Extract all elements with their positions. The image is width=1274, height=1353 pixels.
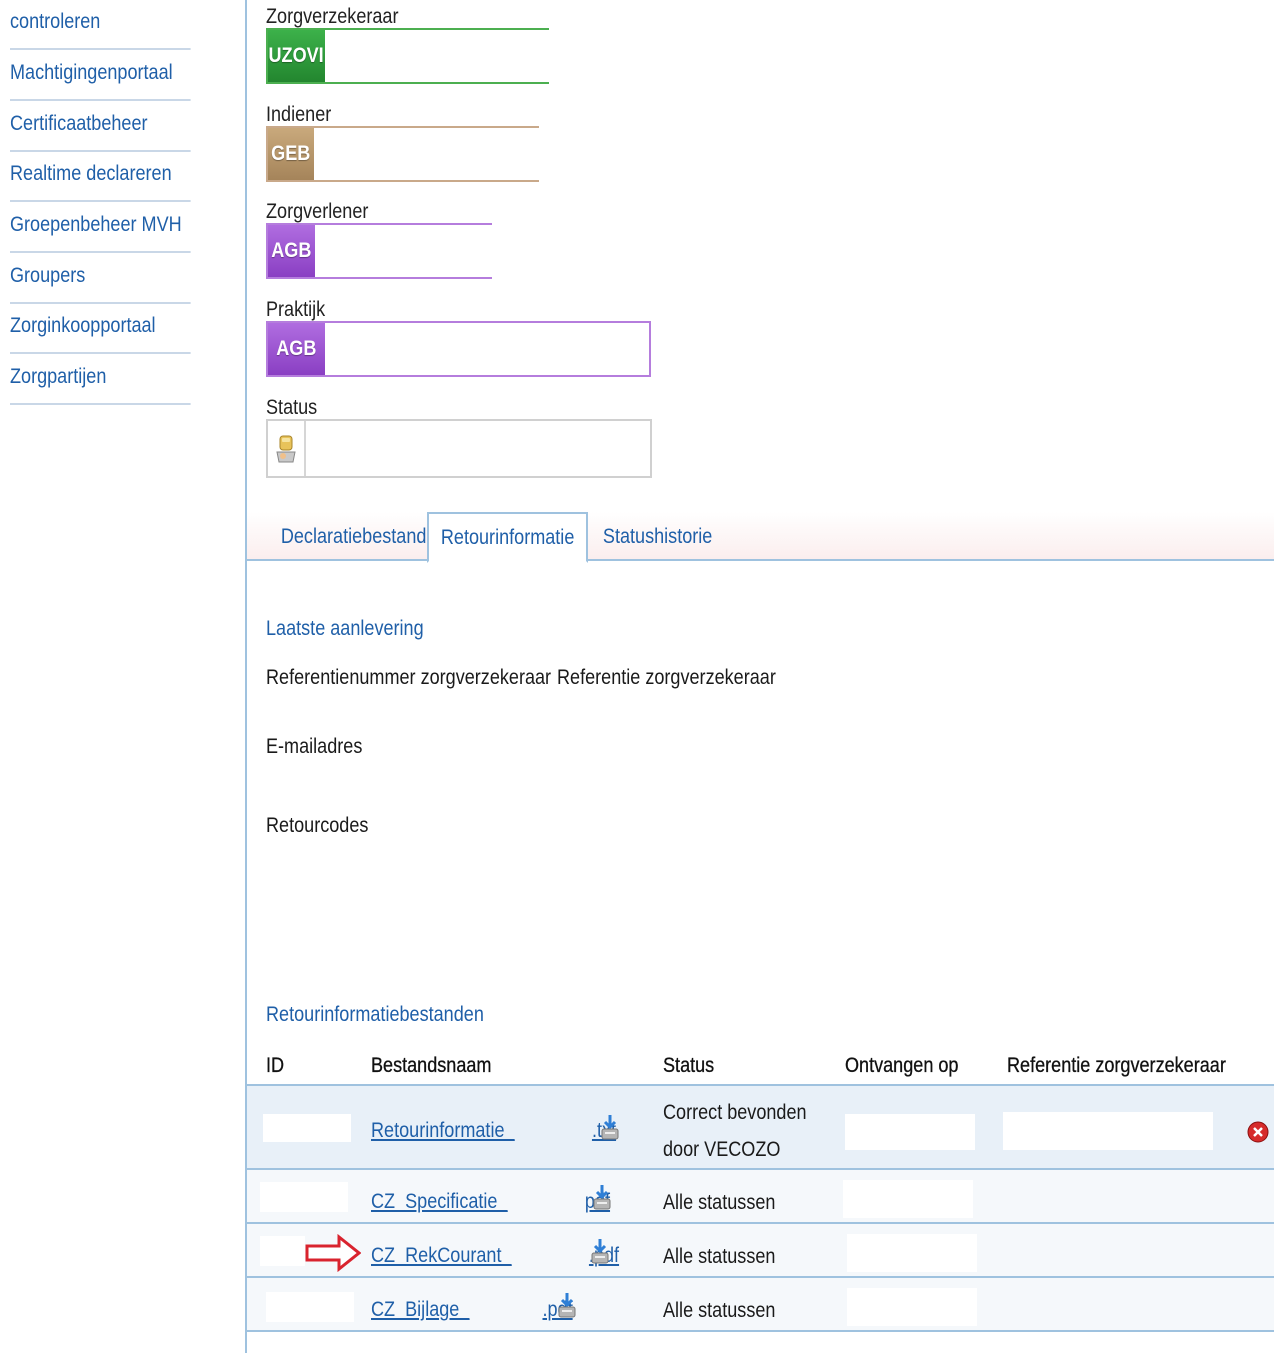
id-cell xyxy=(263,1114,351,1142)
download-icon[interactable] xyxy=(592,1184,612,1212)
status-text: Alle statussen xyxy=(663,1191,776,1214)
sidebar-item-realtime-declareren[interactable]: Realtime declareren xyxy=(10,162,191,202)
sidebar: controleren Machtigingenportaal Certific… xyxy=(0,0,240,1353)
table-row: Retourinformatie_.txt Correct bevonden d… xyxy=(247,1086,1274,1170)
status-package-icon xyxy=(276,435,296,462)
zorgverlener-label: Zorgverlener xyxy=(266,200,369,223)
uzovi-badge: UZOVI xyxy=(268,30,325,82)
zorgverzekeraar-label: Zorgverzekeraar xyxy=(266,5,399,28)
sidebar-item-zorgpartijen[interactable]: Zorgpartijen xyxy=(10,365,191,405)
agb-badge: AGB xyxy=(268,225,315,277)
page: controleren Machtigingenportaal Certific… xyxy=(0,0,1274,1353)
sidebar-item-label: Groupers xyxy=(10,264,86,287)
laatste-aanlevering-title: Laatste aanlevering xyxy=(266,617,424,640)
main-content: Zorgverzekeraar UZOVI Indiener GEB Zorgv… xyxy=(247,0,1274,1353)
file-link[interactable]: CZ_Bijlage_ .pdf xyxy=(371,1298,573,1322)
sidebar-item-groepenbeheer-mvh[interactable]: Groepenbeheer MVH xyxy=(10,213,191,253)
tab-declaratiebestand[interactable]: Declaratiebestand xyxy=(269,512,439,561)
id-cell xyxy=(266,1292,354,1322)
ontvangen-cell xyxy=(847,1288,977,1326)
sidebar-item-certificaatbeheer[interactable]: Certificaatbeheer xyxy=(10,112,191,152)
status-text-line2: door VECOZO xyxy=(663,1138,781,1161)
sidebar-item-label: Machtigingenportaal xyxy=(10,61,173,84)
sidebar-item-controleren[interactable]: controleren xyxy=(10,10,191,50)
zorgverlener-input[interactable] xyxy=(314,225,563,277)
status-field xyxy=(266,419,652,478)
ontvangen-cell xyxy=(845,1114,975,1150)
sidebar-item-groupers[interactable]: Groupers xyxy=(10,264,191,304)
geb-badge: GEB xyxy=(268,128,314,180)
status-input[interactable] xyxy=(306,421,650,476)
indiener-label: Indiener xyxy=(266,103,332,126)
retourcodes-label: Retourcodes xyxy=(266,814,369,837)
status-icon-cell xyxy=(268,421,306,476)
sidebar-item-label: Zorginkoopportaal xyxy=(10,314,156,337)
table-row: CZ_Specificatie_pdf Alle statussen xyxy=(247,1170,1274,1224)
praktijk-input[interactable] xyxy=(325,323,649,375)
delete-icon[interactable] xyxy=(1247,1121,1269,1143)
ontvangen-cell xyxy=(847,1234,977,1272)
retourinformatiebestanden-title: Retourinformatiebestanden xyxy=(266,1003,484,1026)
praktijk-field: AGB xyxy=(266,321,651,377)
download-icon[interactable] xyxy=(600,1114,620,1142)
email-label: E-mailadres xyxy=(266,735,363,758)
status-text: Correct bevonden xyxy=(663,1101,807,1124)
column-header-id: ID xyxy=(266,1054,285,1077)
sidebar-item-label: Realtime declareren xyxy=(10,162,172,185)
tab-bar: Declaratiebestand Retourinformatie Statu… xyxy=(247,512,1274,563)
sidebar-item-label: Zorgpartijen xyxy=(10,365,107,388)
praktijk-label: Praktijk xyxy=(266,298,326,321)
agb-badge: AGB xyxy=(268,323,325,375)
referentie-cell xyxy=(1003,1112,1213,1150)
status-label: Status xyxy=(266,396,318,419)
ontvangen-cell xyxy=(843,1180,973,1218)
referentienummer-label: Referentienummer zorgverzekeraar xyxy=(266,666,552,689)
download-icon[interactable] xyxy=(557,1292,577,1320)
indiener-field: GEB xyxy=(266,126,562,182)
status-text: Alle statussen xyxy=(663,1299,776,1322)
table-row: CZ_Bijlage_ .pdf Alle statussen xyxy=(247,1278,1274,1332)
sidebar-item-label: controleren xyxy=(10,10,101,33)
status-text: Alle statussen xyxy=(663,1245,776,1268)
column-header-bestandsnaam: Bestandsnaam xyxy=(371,1054,492,1077)
file-link[interactable]: CZ_RekCourant_.pdf xyxy=(371,1244,619,1268)
zorgverzekeraar-input[interactable] xyxy=(325,30,573,82)
id-cell xyxy=(260,1236,305,1266)
sidebar-item-label: Certificaatbeheer xyxy=(10,112,148,135)
sidebar-item-label: Groepenbeheer MVH xyxy=(10,213,182,236)
indiener-input[interactable] xyxy=(313,128,562,180)
tab-statushistorie[interactable]: Statushistorie xyxy=(599,512,717,561)
table-row: CZ_RekCourant_.pdf Alle statussen xyxy=(247,1224,1274,1278)
file-link[interactable]: Retourinformatie_.txt xyxy=(371,1119,616,1143)
download-icon[interactable] xyxy=(590,1238,610,1266)
column-header-ontvangen-op: Ontvangen op xyxy=(845,1054,959,1077)
zorgverlener-field: AGB xyxy=(266,223,563,279)
file-link[interactable]: CZ_Specificatie_pdf xyxy=(371,1190,610,1214)
sidebar-item-zorginkoopportaal[interactable]: Zorginkoopportaal xyxy=(10,314,191,354)
column-header-status: Status xyxy=(663,1054,715,1077)
tab-retourinformatie[interactable]: Retourinformatie xyxy=(427,512,588,563)
red-arrow-icon xyxy=(305,1234,361,1272)
column-header-referentie: Referentie zorgverzekeraar xyxy=(1007,1054,1226,1077)
zorgverzekeraar-field: UZOVI xyxy=(266,28,573,84)
sidebar-item-machtigingenportaal[interactable]: Machtigingenportaal xyxy=(10,61,191,101)
id-cell xyxy=(260,1182,348,1212)
referentie-label: Referentie zorgverzekeraar xyxy=(557,666,776,689)
